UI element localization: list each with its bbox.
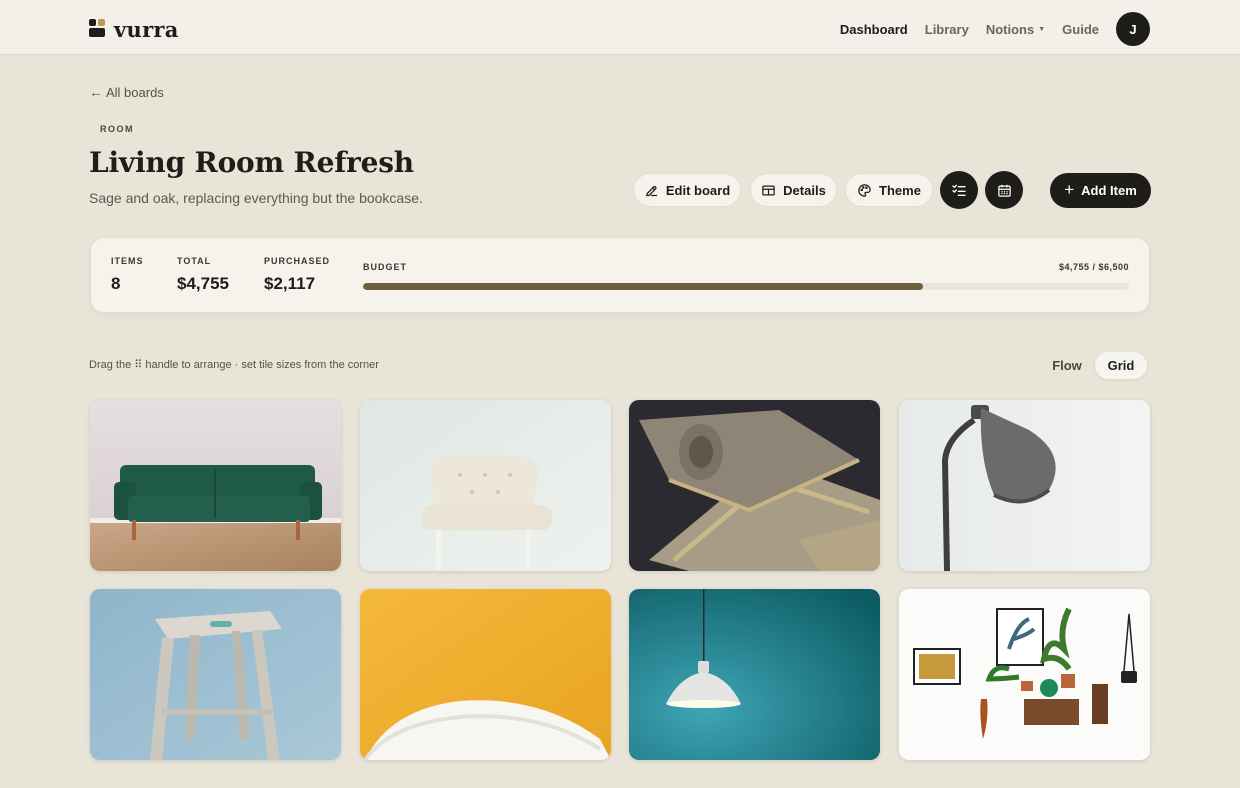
stool-image: [90, 589, 341, 760]
pendant-lamp-image: [629, 589, 880, 760]
stat-purchased-value: $2,117: [264, 274, 316, 293]
nav-item-dashboard[interactable]: Dashboard: [840, 22, 908, 37]
item-tile-wall-shelves[interactable]: [899, 589, 1150, 760]
user-avatar[interactable]: J: [1116, 12, 1150, 46]
item-tile-armchair[interactable]: [360, 400, 611, 571]
back-link-label: All boards: [106, 84, 164, 100]
edit-board-label: Edit board: [665, 182, 731, 198]
stat-total-value: $4,755: [177, 274, 229, 293]
stat-purchased-label: PURCHASED: [264, 256, 331, 266]
board-category-label: ROOM: [100, 124, 134, 134]
checklist-view-button[interactable]: [940, 171, 978, 209]
budget-label: BUDGET: [363, 262, 407, 272]
calendar-view-button[interactable]: [985, 171, 1023, 209]
main-nav: Dashboard Library Notions ▼ Guide J: [823, 12, 1150, 46]
theme-label: Theme: [879, 182, 921, 198]
item-tile-pendant-lamp[interactable]: [629, 589, 880, 760]
checklist-icon: [952, 184, 966, 196]
wall-shelves-image: [899, 589, 1150, 760]
sofa-image: [90, 400, 341, 571]
edit-board-button[interactable]: Edit board: [633, 173, 741, 207]
item-tile-rug[interactable]: [629, 400, 880, 571]
page-title: Living Room Refresh: [89, 146, 414, 179]
add-item-label: Add Item: [1081, 183, 1137, 198]
item-tile-sofa[interactable]: [90, 400, 341, 571]
caret-down-icon: ▼: [1038, 25, 1046, 33]
arrow-left-icon: ←: [89, 84, 103, 100]
item-tile-stool[interactable]: [90, 589, 341, 760]
item-tile-pillow[interactable]: [360, 589, 611, 760]
logo-mark-icon: [89, 18, 107, 37]
calendar-icon: [997, 184, 1011, 197]
budget-progress-fill: [363, 283, 924, 290]
stat-items-label: ITEMS: [111, 256, 144, 266]
arrange-hint: Drag the ⠿ handle to arrange · set tile …: [89, 359, 379, 371]
details-button[interactable]: Details: [750, 173, 837, 207]
board-stats-card: ITEMS 8 TOTAL $4,755 PURCHASED $2,117 BU…: [90, 237, 1150, 313]
stat-total: TOTAL $4,755: [177, 256, 229, 294]
back-to-all-boards-link[interactable]: ← All boards: [89, 84, 164, 100]
stat-purchased: PURCHASED $2,117: [264, 256, 330, 294]
theme-button[interactable]: Theme: [845, 173, 933, 207]
pencil-icon: [645, 185, 657, 196]
brand-name: vurra: [114, 17, 179, 42]
stat-items-value: 8: [111, 274, 121, 293]
nav-item-notions[interactable]: Notions ▼: [986, 22, 1045, 37]
budget-progress-track: [363, 283, 1129, 290]
armchair-image: [360, 400, 611, 571]
stat-items: ITEMS 8: [111, 256, 144, 294]
top-nav-bar: vurra Dashboard Library Notions ▼ Guide …: [0, 0, 1240, 55]
rug-image: [629, 400, 880, 571]
budget-amount: $4,755 / $6,500: [1058, 262, 1129, 272]
plus-icon: +: [1064, 179, 1075, 199]
palette-icon: [858, 183, 871, 197]
add-item-button[interactable]: + Add Item: [1050, 173, 1151, 208]
flow-view-toggle[interactable]: Flow: [1044, 352, 1090, 379]
table-icon: [762, 185, 775, 195]
nav-item-guide[interactable]: Guide: [1062, 22, 1099, 37]
floor-lamp-image: [899, 400, 1150, 571]
item-tile-floor-lamp[interactable]: [899, 400, 1150, 571]
pillow-image: [360, 589, 611, 760]
grid-view-toggle[interactable]: Grid: [1095, 352, 1147, 379]
nav-item-notions-label: Notions: [985, 21, 1035, 37]
stat-total-label: TOTAL: [177, 256, 212, 266]
nav-item-library[interactable]: Library: [925, 22, 969, 37]
page-subtitle: Sage and oak, replacing everything but t…: [89, 190, 423, 206]
details-label: Details: [783, 182, 826, 198]
brand-logo[interactable]: vurra: [89, 15, 179, 42]
